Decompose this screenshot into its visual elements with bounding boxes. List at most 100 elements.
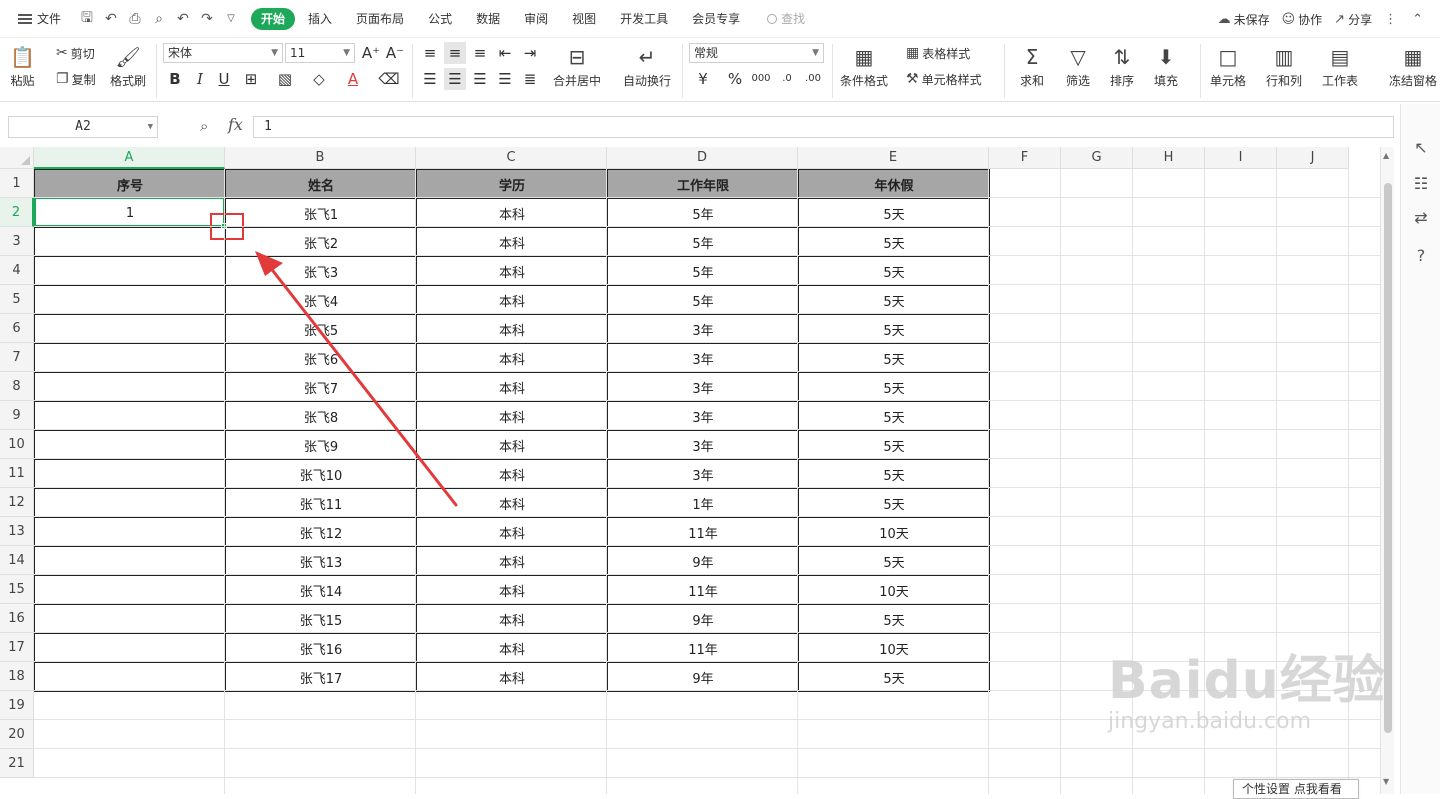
table-cell[interactable]: 5天: [798, 546, 990, 576]
font-name-select[interactable]: 宋体 ▼: [163, 43, 283, 63]
header-cell[interactable]: 姓名: [225, 169, 417, 199]
table-cell[interactable]: 张飞15: [225, 604, 417, 634]
wrap-text-button[interactable]: ↵ 自动换行: [623, 42, 671, 89]
table-cell[interactable]: [34, 488, 226, 518]
cell-style-button[interactable]: ⚒ 单元格样式: [906, 68, 982, 90]
table-cell[interactable]: [34, 459, 226, 489]
table-cell[interactable]: [34, 604, 226, 634]
row-header-10[interactable]: 10: [0, 430, 34, 459]
table-cell[interactable]: 张飞6: [225, 343, 417, 373]
tab-5[interactable]: 审阅: [513, 8, 559, 30]
table-cell[interactable]: [34, 343, 226, 373]
row-header-5[interactable]: 5: [0, 285, 34, 314]
table-cell[interactable]: [34, 314, 226, 344]
table-cell[interactable]: 本科: [416, 430, 608, 460]
table-cell[interactable]: 11年: [607, 575, 799, 605]
tab-3[interactable]: 公式: [417, 8, 463, 30]
share-button[interactable]: ↗ 分享: [1334, 11, 1372, 28]
row-header-12[interactable]: 12: [0, 488, 34, 517]
merge-center-button[interactable]: ⊟ 合并居中: [553, 42, 601, 89]
table-cell[interactable]: 11年: [607, 633, 799, 663]
table-cell[interactable]: 5天: [798, 198, 990, 228]
table-cell[interactable]: 本科: [416, 575, 608, 605]
table-cell[interactable]: 本科: [416, 198, 608, 228]
align-right-icon[interactable]: ☰: [469, 68, 491, 90]
font-size-select[interactable]: 11 ▼: [285, 43, 355, 63]
table-cell[interactable]: 3年: [607, 372, 799, 402]
table-cell[interactable]: 5天: [798, 343, 990, 373]
table-cell[interactable]: 3年: [607, 314, 799, 344]
customize-dropdown-icon[interactable]: ▽: [219, 13, 243, 24]
distribute-icon[interactable]: ≣: [519, 68, 541, 90]
row-col-button[interactable]: ▥ 行和列: [1266, 42, 1302, 89]
table-cell[interactable]: [34, 546, 226, 576]
row-header-21[interactable]: 21: [0, 749, 34, 778]
table-cell[interactable]: 5年: [607, 198, 799, 228]
table-cell[interactable]: 10天: [798, 517, 990, 547]
worksheet-button[interactable]: ▤ 工作表: [1322, 42, 1358, 89]
row-header-20[interactable]: 20: [0, 720, 34, 749]
fill-button[interactable]: ⬇ 填充: [1154, 42, 1178, 89]
align-left-icon[interactable]: ☰: [419, 68, 441, 90]
currency-icon[interactable]: ¥: [692, 68, 714, 90]
tab-8[interactable]: 会员专享: [681, 8, 751, 30]
fill-color-icon[interactable]: ◇: [308, 68, 330, 90]
row-header-3[interactable]: 3: [0, 227, 34, 256]
redo-icon[interactable]: ↷: [195, 11, 219, 27]
table-cell[interactable]: [34, 401, 226, 431]
sum-button[interactable]: Σ 求和: [1020, 42, 1044, 89]
table-cell[interactable]: 张飞12: [225, 517, 417, 547]
cut-button[interactable]: ✂ 剪切: [56, 42, 95, 64]
table-cell[interactable]: 本科: [416, 633, 608, 663]
table-cell[interactable]: 5年: [607, 227, 799, 257]
row-header-16[interactable]: 16: [0, 604, 34, 633]
column-header-b[interactable]: B: [225, 147, 416, 169]
table-style-button[interactable]: ▦ 表格样式: [906, 42, 970, 64]
table-cell[interactable]: 本科: [416, 227, 608, 257]
column-header-g[interactable]: G: [1061, 147, 1133, 169]
transform-icon[interactable]: ⇄: [1411, 208, 1431, 227]
undo-icon[interactable]: ↶: [171, 11, 195, 27]
row-header-9[interactable]: 9: [0, 401, 34, 430]
scroll-up-icon[interactable]: ▲: [1383, 151, 1389, 160]
table-cell[interactable]: 5天: [798, 488, 990, 518]
scroll-down-icon[interactable]: ▼: [1383, 777, 1389, 786]
table-cell[interactable]: 5天: [798, 256, 990, 286]
table-cell[interactable]: 10天: [798, 575, 990, 605]
table-cell[interactable]: 本科: [416, 314, 608, 344]
row-header-4[interactable]: 4: [0, 256, 34, 285]
format-painter-button[interactable]: 🖌 格式刷: [110, 42, 146, 89]
table-cell[interactable]: 张飞3: [225, 256, 417, 286]
header-cell[interactable]: 工作年限: [607, 169, 799, 199]
tab-2[interactable]: 页面布局: [345, 8, 415, 30]
tab-6[interactable]: 视图: [561, 8, 607, 30]
name-box[interactable]: A2 ▼: [8, 116, 158, 138]
table-cell[interactable]: 本科: [416, 604, 608, 634]
indent-icon[interactable]: ⇥: [519, 42, 541, 64]
italic-icon[interactable]: I: [189, 68, 211, 90]
row-header-7[interactable]: 7: [0, 343, 34, 372]
table-cell[interactable]: [34, 256, 226, 286]
percent-icon[interactable]: %: [724, 68, 746, 90]
select-all-corner[interactable]: [0, 147, 34, 169]
select-pointer-icon[interactable]: ↖: [1411, 138, 1431, 157]
table-cell[interactable]: 3年: [607, 459, 799, 489]
table-cell[interactable]: [34, 372, 226, 402]
align-top-icon[interactable]: ≡: [419, 42, 441, 64]
table-cell[interactable]: 本科: [416, 517, 608, 547]
column-header-j[interactable]: J: [1277, 147, 1349, 169]
tab-0[interactable]: 开始: [251, 7, 296, 30]
table-cell[interactable]: 本科: [416, 546, 608, 576]
column-header-d[interactable]: D: [607, 147, 798, 169]
table-cell[interactable]: 张飞14: [225, 575, 417, 605]
align-bottom-icon[interactable]: ≡: [469, 42, 491, 64]
row-header-11[interactable]: 11: [0, 459, 34, 488]
more-menu-button[interactable]: ⋮: [1384, 12, 1400, 27]
justify-icon[interactable]: ☰: [494, 68, 516, 90]
table-cell[interactable]: 本科: [416, 285, 608, 315]
table-cell[interactable]: 张飞11: [225, 488, 417, 518]
column-header-h[interactable]: H: [1133, 147, 1205, 169]
number-format-select[interactable]: 常规 ▼: [689, 43, 824, 63]
function-icon[interactable]: fx: [228, 115, 243, 134]
table-cell[interactable]: 5天: [798, 430, 990, 460]
